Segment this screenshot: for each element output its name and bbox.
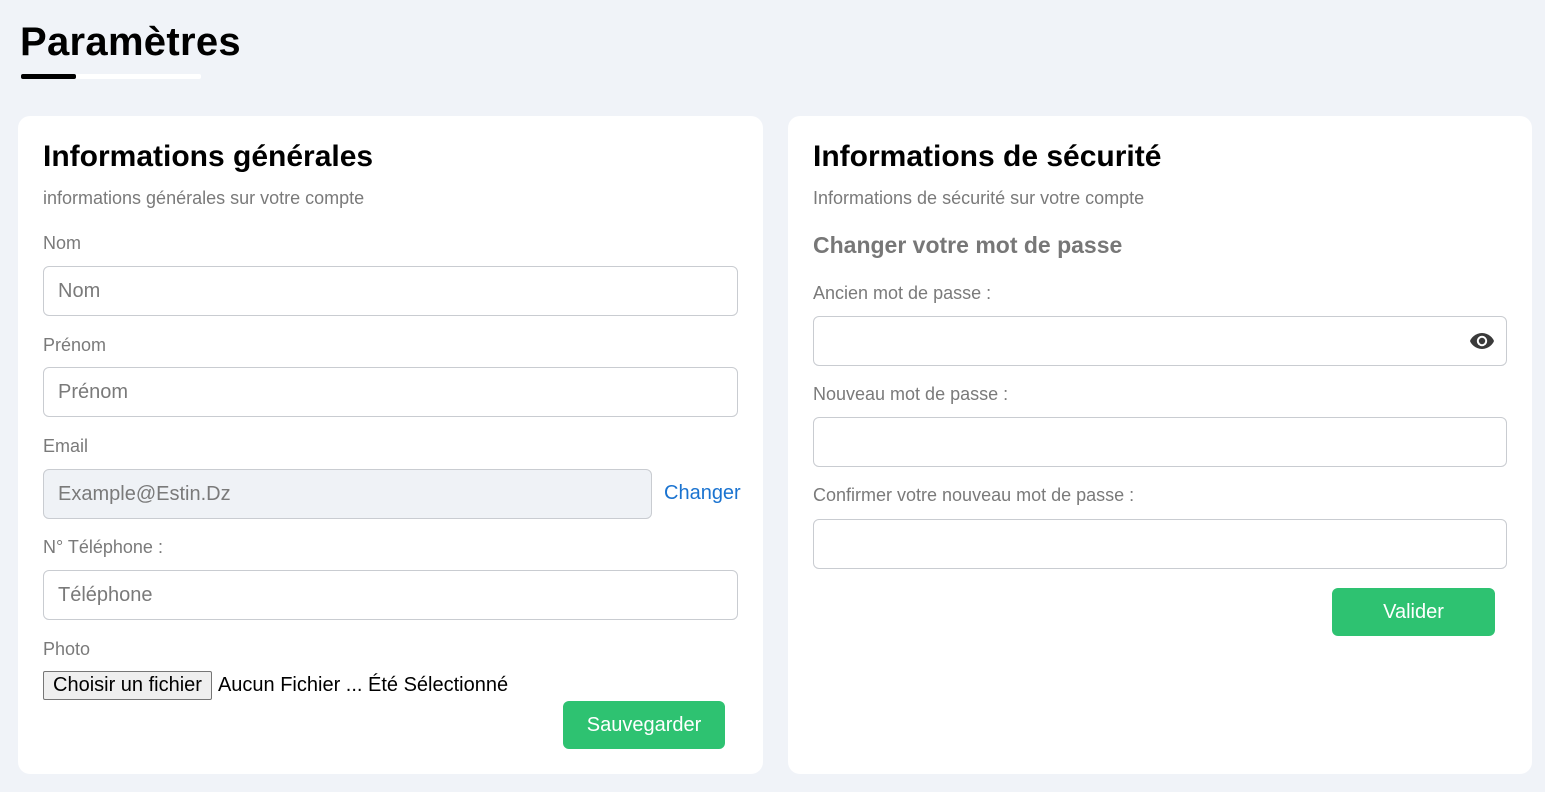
- confirm-password-wrapper: [813, 519, 1507, 569]
- old-password-wrapper: [813, 316, 1507, 366]
- nom-label: Nom: [43, 233, 82, 253]
- prenom-input[interactable]: [43, 367, 738, 417]
- email-field[interactable]: [43, 469, 652, 519]
- new-password-input[interactable]: [813, 417, 1507, 467]
- eye-icon[interactable]: [1469, 331, 1495, 351]
- file-picker: Choisir un fichier Aucun Fichier ... Été…: [43, 671, 508, 700]
- security-info-subtitle: Informations de sécurité sur votre compt…: [813, 188, 1145, 208]
- phone-input[interactable]: [43, 570, 738, 620]
- change-password-heading: Changer votre mot de passe: [813, 232, 1123, 258]
- general-info-card: Informations générales informations géné…: [18, 116, 763, 774]
- security-info-card: Informations de sécurité Informations de…: [788, 116, 1532, 774]
- validate-button[interactable]: Valider: [1332, 588, 1495, 636]
- old-password-input[interactable]: [813, 316, 1507, 366]
- change-email-link[interactable]: Changer: [664, 482, 741, 505]
- security-info-title: Informations de sécurité: [813, 140, 1162, 173]
- new-password-label: Nouveau mot de passe :: [813, 384, 1009, 404]
- file-status: Aucun Fichier ... Été Sélectionné: [217, 674, 509, 696]
- choose-file-button[interactable]: Choisir un fichier: [43, 671, 212, 700]
- page-title: Paramètres: [20, 20, 241, 64]
- new-password-wrapper: [813, 417, 1507, 467]
- phone-label: N° Téléphone :: [43, 537, 163, 557]
- general-info-title: Informations générales: [43, 140, 374, 173]
- old-password-label: Ancien mot de passe :: [813, 283, 992, 303]
- prenom-label: Prénom: [43, 335, 107, 355]
- photo-label: Photo: [43, 639, 91, 659]
- email-label: Email: [43, 436, 89, 456]
- nom-input[interactable]: [43, 266, 738, 316]
- general-info-subtitle: informations générales sur votre compte: [43, 188, 365, 208]
- confirm-password-label: Confirmer votre nouveau mot de passe :: [813, 485, 1135, 505]
- save-button[interactable]: Sauvegarder: [563, 701, 725, 749]
- title-underline: [21, 74, 201, 79]
- title-underline-accent: [21, 74, 76, 79]
- confirm-password-input[interactable]: [813, 519, 1507, 569]
